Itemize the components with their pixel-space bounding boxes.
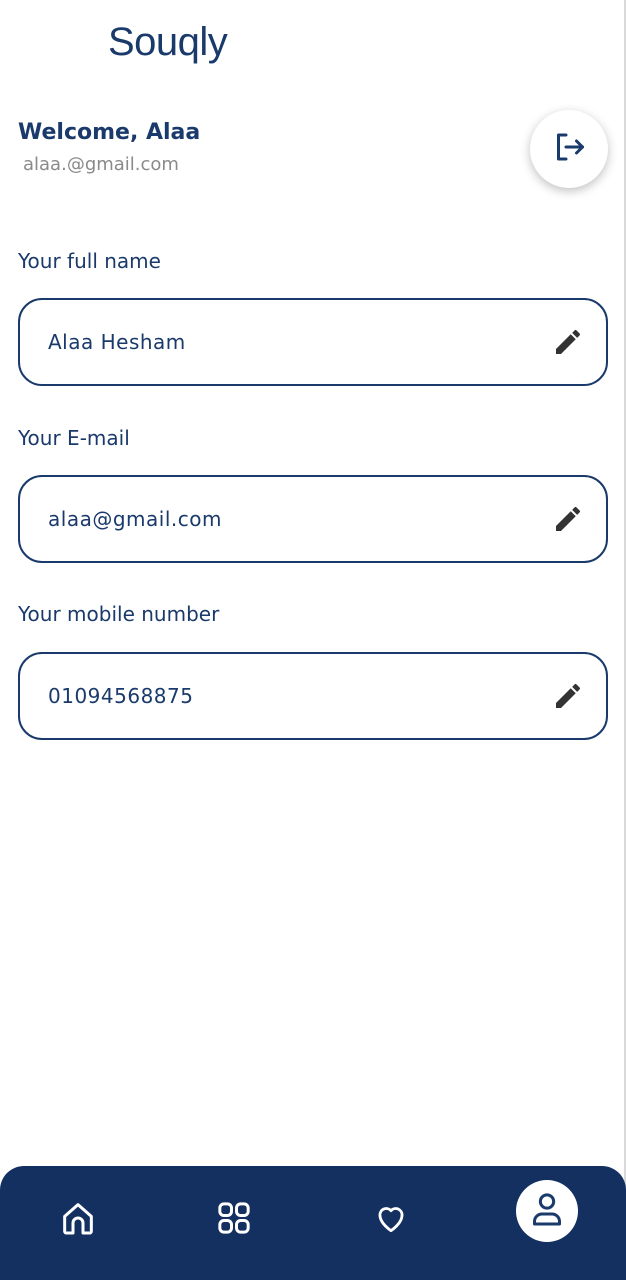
pencil-icon[interactable]	[550, 324, 586, 360]
welcome-heading: Welcome, Alaa	[18, 120, 201, 145]
profile-icon	[527, 1189, 567, 1233]
pencil-icon[interactable]	[550, 501, 586, 537]
nav-profile[interactable]	[516, 1180, 578, 1242]
pencil-icon[interactable]	[550, 678, 586, 714]
user-email: alaa.@gmail.com	[23, 154, 179, 175]
email-label: Your E-mail	[18, 426, 130, 450]
email-value[interactable]: alaa@gmail.com	[48, 507, 550, 531]
nav-favorites[interactable]	[369, 1198, 413, 1242]
logout-button[interactable]	[530, 110, 608, 188]
email-field[interactable]: alaa@gmail.com	[18, 475, 608, 563]
nav-categories[interactable]	[212, 1198, 256, 1242]
full-name-field[interactable]: Alaa Hesham	[18, 298, 608, 386]
app-logo: Souqly	[108, 20, 228, 64]
profile-screen: Souqly Welcome, Alaa alaa.@gmail.com You…	[0, 0, 626, 1280]
home-icon	[58, 1198, 98, 1242]
mobile-value[interactable]: 01094568875	[48, 684, 550, 708]
grid-icon	[214, 1198, 254, 1242]
nav-home[interactable]	[56, 1198, 100, 1242]
full-name-label: Your full name	[18, 249, 161, 273]
mobile-label: Your mobile number	[18, 602, 220, 626]
heart-icon	[372, 1199, 410, 1241]
mobile-field[interactable]: 01094568875	[18, 652, 608, 740]
logout-icon	[551, 129, 587, 169]
full-name-value[interactable]: Alaa Hesham	[48, 330, 550, 354]
